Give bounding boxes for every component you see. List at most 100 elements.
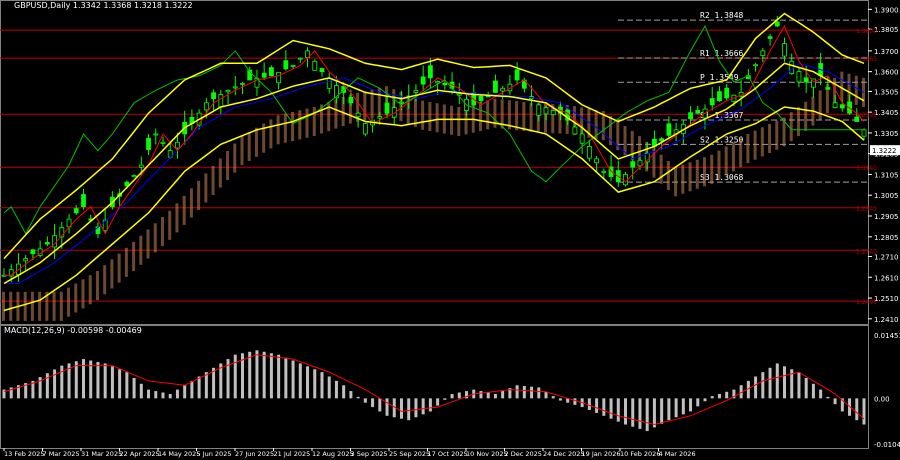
macd-bar [327,376,331,399]
candle-body [218,94,224,108]
kumo-segment [153,223,157,253]
candle-body [427,65,433,79]
macd-bar [551,396,555,399]
price-chart[interactable]: 1.3900 1.3805 1.3700 1.3600 1.3505 1.3405 1.33… [0,0,900,460]
kumo-segment [478,101,482,132]
x-tick-label: 3 Sep 2025 [351,450,388,458]
candle-body [825,87,831,90]
kumo-segment [117,253,121,283]
kumo-segment [226,150,230,181]
kumo-segment [95,271,99,301]
x-tick-label: 19 Jan 2026 [582,450,621,458]
kumo-segment [254,127,258,157]
x-tick-label: 21 Jul 2025 [274,450,311,458]
kumo-segment [175,203,179,233]
kumo-segment [789,112,793,142]
x-tick-label: 7 Mar 2025 [43,450,80,458]
kumo-segment [768,123,772,154]
macd-bar [262,351,266,399]
tenkan-line [4,24,865,276]
macd-bar [349,391,353,399]
y-tick-label: 1.2805 [874,234,899,242]
candle-body [854,116,860,122]
macd-bar [320,372,324,399]
macd-bar [436,398,440,406]
macd-bar [862,398,866,425]
level-tag: 1.2495 [856,299,877,306]
macd-bar [631,398,635,427]
macd-bar [725,391,729,399]
macd-bar [660,398,664,424]
y-tick-label: 1.3805 [874,26,899,34]
kumo-segment [515,101,519,131]
kumo-segment [59,291,63,321]
kumo-segment [197,180,201,210]
macd-bar [110,366,114,399]
macd-bar [60,365,64,399]
macd-bar [371,398,375,408]
kumo-segment [486,100,490,130]
kumo-segment [435,103,439,133]
macd-bar [89,360,93,399]
kumo-segment [731,142,735,172]
kumo-segment [529,102,533,132]
level-tag: 1.3140 [856,165,877,172]
candle-body [160,141,166,144]
candle-body [276,71,282,84]
pivot-label: R1 1.3666 [700,49,744,58]
macd-bar [457,392,461,399]
kumo-segment [81,279,85,309]
macd-bar [2,389,6,399]
macd-bar [313,369,317,399]
x-tick-label: 17 Oct 2025 [428,450,468,458]
macd-bar [255,350,259,399]
kumo-segment [522,101,526,132]
macd-bar [493,393,497,399]
kumo-segment [428,101,432,132]
macd-bar [573,398,577,405]
candle-body [803,77,809,83]
macd-bar [233,354,237,399]
macd-bar [522,385,526,399]
macd-bar [783,366,787,399]
kumo-segment [233,143,237,173]
macd-bar [624,398,628,425]
macd-bar [544,391,548,399]
macd-bar [486,392,490,399]
macd-bar [118,369,122,399]
kumo-segment [703,157,707,187]
macd-bar [703,398,707,402]
kumo-segment [88,275,92,305]
candle-body [23,258,29,262]
candle-body [399,101,404,104]
macd-bar [761,372,765,399]
macd-bar [797,372,801,399]
macd-bar [710,396,714,399]
kumo-segment [110,259,114,289]
candle-body [283,60,289,70]
candle-body [861,129,867,137]
y-tick-label: 1.3305 [874,130,899,138]
candle-body [536,104,542,116]
y-tick-label: 1.2905 [874,213,899,221]
y-tick-label: 1.3600 [874,69,899,77]
candle-body [630,161,636,168]
pivot-label: R2 1.3848 [700,11,744,20]
macd-bar [190,380,194,399]
candle-body [413,89,419,93]
macd-bar [696,398,700,407]
kumo-segment [204,173,208,203]
macd-bar [161,392,165,399]
kumo-segment [334,99,338,129]
x-tick-label: 2 Dec 2025 [505,450,542,458]
kumo-segment [247,131,251,161]
macd-bar [306,366,310,399]
macd-bar [443,398,447,400]
macd-bar [681,398,685,415]
macd-bar [363,398,367,403]
macd-bar [826,396,830,399]
macd-bar [689,398,693,412]
x-tick-label: 4 Mar 2026 [659,450,696,458]
candle-body [478,95,484,102]
macd-bar [197,376,201,399]
